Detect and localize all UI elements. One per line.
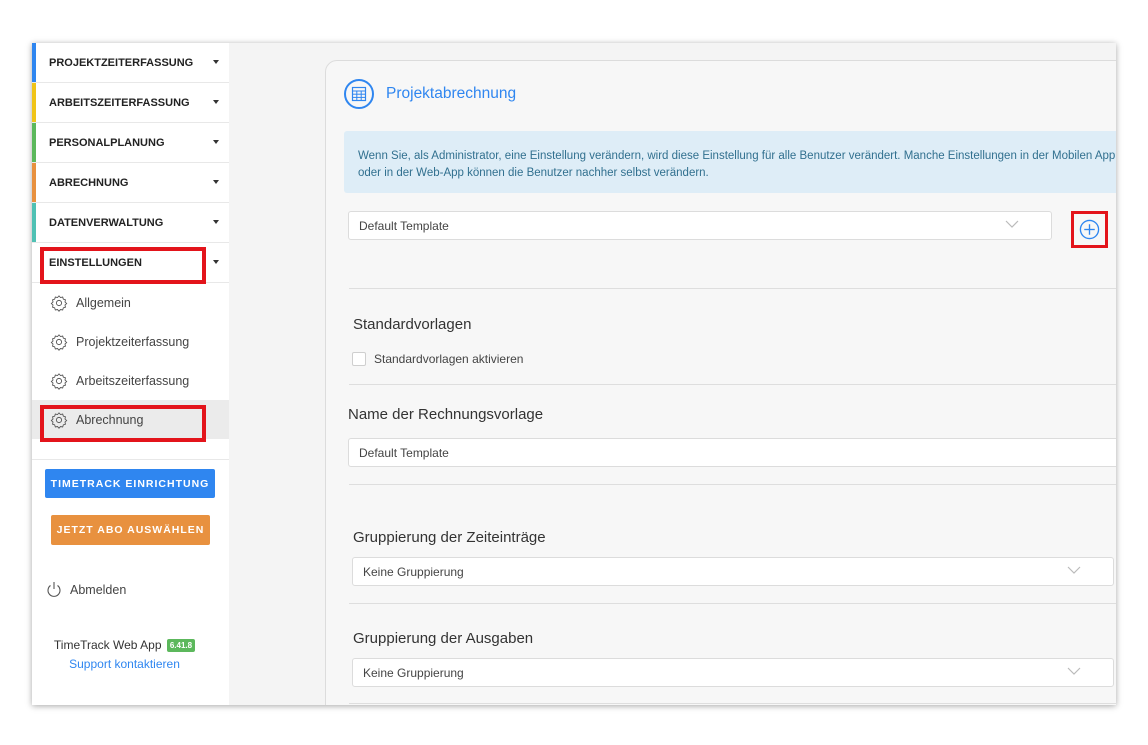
template-select[interactable]: Default Template: [348, 211, 1052, 240]
app-version: TimeTrack Web App 6.41.8: [32, 638, 217, 653]
standard-templates-checkbox-row[interactable]: Standardvorlagen aktivieren: [352, 352, 523, 366]
page-title: Projektabrechnung: [386, 85, 517, 102]
sidebar-divider: [32, 459, 229, 460]
app-window: PROJEKTZEITERFASSUNG ARBEITSZEITERFASSUN…: [32, 43, 1116, 705]
time-entry-grouping-title: Gruppierung der Zeiteinträge: [353, 529, 546, 546]
highlight-box-abrechnung: [40, 405, 206, 442]
template-select-value: Default Template: [359, 218, 449, 233]
invoice-template-name-value: Default Template: [359, 445, 449, 460]
gear-icon: [50, 333, 68, 351]
settings-panel: Projektabrechnung Wenn Sie, als Administ…: [325, 60, 1116, 705]
nav-color-bar: [32, 203, 36, 242]
version-badge: 6.41.8: [166, 639, 196, 653]
standard-templates-checkbox-label: Standardvorlagen aktivieren: [374, 352, 524, 366]
nav-color-bar: [32, 83, 36, 122]
nav-item-datenverwaltung[interactable]: DATENVERWALTUNG: [32, 203, 229, 243]
chevron-down-icon: [1067, 566, 1081, 574]
sub-item-allgemein[interactable]: Allgemein: [32, 283, 229, 322]
nav-color-bar: [32, 163, 36, 202]
power-icon: [47, 582, 61, 597]
nav-item-abrechnung[interactable]: ABRECHNUNG: [32, 163, 229, 203]
nav-item-label: PERSONALPLANUNG: [49, 136, 165, 149]
nav-item-label: PROJEKTZEITERFASSUNG: [49, 56, 194, 69]
logout-button[interactable]: Abmelden: [46, 581, 126, 598]
caret-down-icon: [213, 140, 219, 144]
divider: [349, 384, 1116, 385]
sub-item-label: Projektzeiterfassung: [76, 334, 190, 349]
chevron-down-icon: [1067, 667, 1081, 675]
nav-color-bar: [32, 43, 36, 82]
sub-item-arbeitszeiterfassung[interactable]: Arbeitszeiterfassung: [32, 361, 229, 400]
nav-item-projektzeiterfassung[interactable]: PROJEKTZEITERFASSUNG: [32, 43, 229, 83]
caret-down-icon: [213, 60, 219, 64]
caret-down-icon: [213, 100, 219, 104]
panel-header: Projektabrechnung: [344, 79, 516, 109]
nav-item-personalplanung[interactable]: PERSONALPLANUNG: [32, 123, 229, 163]
app-name: TimeTrack Web App: [53, 638, 162, 652]
divider: [349, 288, 1116, 289]
timetrack-setup-button[interactable]: TIMETRACK EINRICHTUNG: [45, 469, 215, 498]
highlight-box-einstellungen: [40, 247, 206, 284]
caret-down-icon: [213, 220, 219, 224]
divider: [349, 484, 1116, 485]
time-entry-grouping-value: Keine Gruppierung: [363, 564, 464, 579]
expense-grouping-title: Gruppierung der Ausgaben: [353, 630, 534, 647]
sub-item-projektzeiterfassung[interactable]: Projektzeiterfassung: [32, 322, 229, 361]
logout-label: Abmelden: [70, 582, 127, 597]
calculator-icon: [344, 79, 374, 109]
nav-item-arbeitszeiterfassung[interactable]: ARBEITSZEITERFASSUNG: [32, 83, 229, 123]
nav-color-bar: [32, 123, 36, 162]
sub-item-label: Allgemein: [76, 295, 131, 310]
gear-icon: [50, 372, 68, 390]
chevron-down-icon: [1005, 220, 1019, 228]
expense-grouping-select[interactable]: Keine Gruppierung: [352, 658, 1114, 687]
support-link[interactable]: Support kontaktieren: [32, 657, 217, 671]
choose-subscription-button[interactable]: JETZT ABO AUSWÄHLEN: [51, 515, 210, 545]
sub-item-label: Arbeitszeiterfassung: [76, 373, 190, 388]
gear-icon: [50, 294, 68, 312]
invoice-template-name-title: Name der Rechnungsvorlage: [348, 406, 544, 423]
standard-templates-checkbox[interactable]: [352, 352, 366, 366]
caret-down-icon: [213, 260, 219, 264]
time-entry-grouping-select[interactable]: Keine Gruppierung: [352, 557, 1114, 586]
plus-circle-icon: [1079, 219, 1100, 240]
standard-templates-title: Standardvorlagen: [353, 316, 472, 333]
add-template-button[interactable]: [1071, 211, 1108, 248]
nav-item-label: DATENVERWALTUNG: [49, 216, 164, 229]
admin-info-alert: Wenn Sie, als Administrator, eine Einste…: [344, 131, 1116, 193]
nav-item-label: ABRECHNUNG: [49, 176, 129, 189]
sidebar: PROJEKTZEITERFASSUNG ARBEITSZEITERFASSUN…: [32, 43, 229, 705]
divider: [349, 703, 1116, 704]
divider: [349, 603, 1116, 604]
caret-down-icon: [213, 180, 219, 184]
invoice-template-name-input[interactable]: Default Template: [348, 438, 1116, 467]
expense-grouping-value: Keine Gruppierung: [363, 665, 464, 680]
nav-item-label: ARBEITSZEITERFASSUNG: [49, 96, 190, 109]
